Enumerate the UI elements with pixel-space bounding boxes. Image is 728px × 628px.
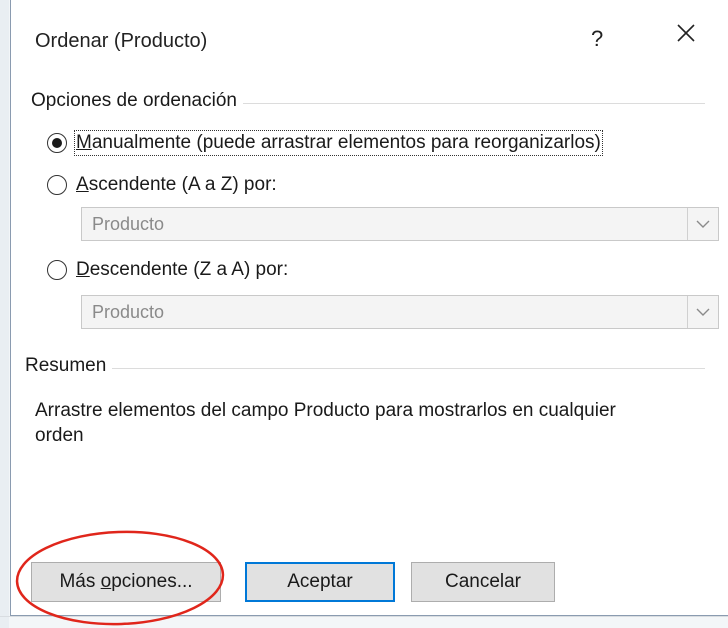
help-button[interactable]: ? [591,26,603,52]
radio-descending-button[interactable] [47,260,67,280]
sort-dialog: Ordenar (Producto) ? Opciones de ordenac… [10,0,728,616]
ascending-field-select[interactable]: Producto [81,207,719,241]
close-icon [677,24,695,42]
ascending-dropdown-button[interactable] [687,208,718,240]
title-bar: Ordenar (Producto) ? [11,0,728,80]
radio-ascending[interactable]: Ascendente (A a Z) por: [47,174,277,196]
summary-label: Resumen [25,355,113,377]
group-divider [35,368,705,369]
dialog-title: Ordenar (Producto) [35,30,208,52]
radio-descending-label: Descendente (Z a A) por: [76,259,289,280]
radio-ascending-label: Ascendente (A a Z) por: [76,174,277,195]
radio-manual-label: Manualmente (puede arrastrar elementos p… [74,130,603,156]
radio-manual-button[interactable] [47,133,67,153]
more-options-button[interactable]: Más o pciones... [31,562,221,602]
ok-button[interactable]: Aceptar [245,562,395,602]
radio-ascending-button[interactable] [47,175,67,195]
chevron-down-icon [696,308,710,316]
sheet-gridline [0,616,728,617]
descending-field-select[interactable]: Producto [81,295,719,329]
radio-manual[interactable]: Manualmente (puede arrastrar elementos p… [47,130,603,156]
radio-descending[interactable]: Descendente (Z a A) por: [47,259,288,281]
close-button[interactable] [675,22,697,48]
sort-options-label: Opciones de ordenación [31,90,243,112]
chevron-down-icon [696,220,710,228]
sheet-edge [0,0,9,628]
cancel-button[interactable]: Cancelar [411,562,555,602]
descending-field-value: Producto [92,302,165,322]
descending-dropdown-button[interactable] [687,296,718,328]
radio-selected-dot [52,138,62,148]
summary-text: Arrastre elementos del campo Producto pa… [35,400,616,446]
ascending-field-value: Producto [92,214,165,234]
